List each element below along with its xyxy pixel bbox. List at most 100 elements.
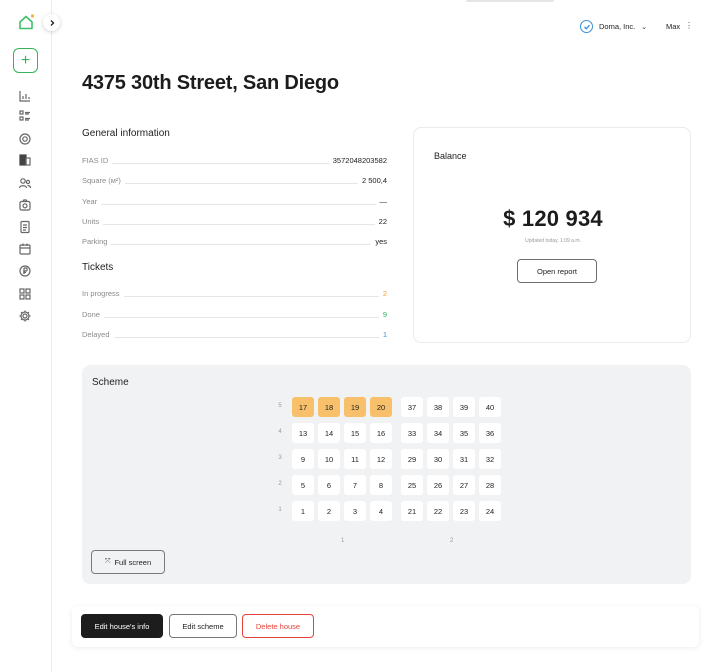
page-title: 4375 30th Street, San Diego bbox=[82, 72, 339, 94]
building-icon[interactable] bbox=[18, 153, 32, 167]
ticket-row-done[interactable]: Done 9 bbox=[82, 307, 387, 319]
action-bar: Edit house's info Edit scheme Delete hou… bbox=[72, 606, 699, 647]
info-value: 3572048203582 bbox=[332, 156, 387, 165]
edit-scheme-button[interactable]: Edit scheme bbox=[169, 614, 237, 638]
info-row-units: Units 22 bbox=[82, 214, 387, 226]
info-value: 2 500,4 bbox=[361, 176, 387, 185]
more-vertical-icon[interactable]: ⋮ bbox=[685, 21, 693, 30]
entrance-label: 2 bbox=[450, 538, 454, 544]
unit-cell[interactable]: 37 bbox=[401, 397, 423, 417]
collapse-sidebar-button[interactable] bbox=[43, 14, 60, 31]
unit-cell[interactable]: 32 bbox=[479, 449, 501, 469]
ticket-label: In progress bbox=[82, 289, 120, 298]
scheme-panel: Scheme ⤧ Full screen 5 4 3 2 1 17 18 19 20 13 14 15… bbox=[82, 365, 691, 584]
unit-cell[interactable]: 39 bbox=[453, 397, 475, 417]
unit-cell[interactable]: 10 bbox=[318, 449, 340, 469]
unit-cell[interactable]: 8 bbox=[370, 475, 392, 495]
currency-icon[interactable] bbox=[18, 264, 32, 278]
unit-cell[interactable]: 31 bbox=[453, 449, 475, 469]
ticket-count: 2 bbox=[382, 289, 387, 298]
unit-cell[interactable]: 30 bbox=[427, 449, 449, 469]
info-row-square: Square (м²) 2 500,4 bbox=[82, 173, 387, 185]
users-icon[interactable] bbox=[18, 176, 32, 190]
chevron-down-icon: ⌄ bbox=[641, 23, 648, 31]
unit-cell[interactable]: 38 bbox=[427, 397, 449, 417]
leader-line bbox=[113, 337, 379, 338]
add-icon: + bbox=[20, 51, 31, 69]
unit-cell[interactable]: 3 bbox=[344, 501, 366, 521]
unit-cell[interactable]: 17 bbox=[292, 397, 314, 417]
info-label: Year bbox=[82, 197, 98, 206]
info-row-parking: Parking yes bbox=[82, 234, 387, 246]
unit-cell[interactable]: 26 bbox=[427, 475, 449, 495]
unit-cell[interactable]: 33 bbox=[401, 423, 423, 443]
unit-cell[interactable]: 23 bbox=[453, 501, 475, 521]
unit-cell[interactable]: 24 bbox=[479, 501, 501, 521]
unit-cell[interactable]: 28 bbox=[479, 475, 501, 495]
info-label: FIAS ID bbox=[82, 156, 109, 165]
house-logo-icon[interactable] bbox=[17, 13, 35, 31]
unit-cell[interactable]: 7 bbox=[344, 475, 366, 495]
calendar-icon[interactable] bbox=[18, 242, 32, 256]
unit-cell[interactable]: 6 bbox=[318, 475, 340, 495]
unit-cell[interactable]: 12 bbox=[370, 449, 392, 469]
unit-cell[interactable]: 25 bbox=[401, 475, 423, 495]
floor-label: 4 bbox=[278, 429, 282, 435]
list-icon[interactable] bbox=[18, 109, 32, 123]
info-label: Square (м²) bbox=[82, 176, 121, 185]
organization-name: Doma, Inc. bbox=[599, 22, 636, 31]
unit-cell[interactable]: 15 bbox=[344, 423, 366, 443]
leader-line bbox=[112, 163, 329, 164]
delete-house-button[interactable]: Delete house bbox=[242, 614, 314, 638]
unit-cell[interactable]: 19 bbox=[344, 397, 366, 417]
unit-cell[interactable]: 16 bbox=[370, 423, 392, 443]
verified-check-icon bbox=[580, 20, 593, 33]
unit-cell[interactable]: 34 bbox=[427, 423, 449, 443]
floor-label: 3 bbox=[278, 455, 282, 461]
unit-cell[interactable]: 4 bbox=[370, 501, 392, 521]
leader-line bbox=[111, 244, 372, 245]
ticket-label: Delayed bbox=[82, 330, 110, 339]
chart-icon[interactable] bbox=[18, 89, 32, 103]
document-icon[interactable] bbox=[18, 220, 32, 234]
unit-cell[interactable]: 14 bbox=[318, 423, 340, 443]
full-screen-button[interactable]: ⤧ Full screen bbox=[91, 550, 165, 574]
info-label: Parking bbox=[82, 237, 108, 246]
user-name[interactable]: Max bbox=[666, 22, 680, 31]
unit-cell[interactable]: 40 bbox=[479, 397, 501, 417]
unit-cell[interactable]: 36 bbox=[479, 423, 501, 443]
unit-cell[interactable]: 13 bbox=[292, 423, 314, 443]
full-screen-label: Full screen bbox=[114, 557, 152, 567]
camera-icon[interactable] bbox=[18, 198, 32, 212]
ticket-label: Done bbox=[82, 310, 100, 319]
unit-cell[interactable]: 9 bbox=[292, 449, 314, 469]
open-report-button[interactable]: Open report bbox=[517, 259, 597, 283]
leader-line bbox=[103, 224, 375, 225]
ticket-row-delayed[interactable]: Delayed 1 bbox=[82, 327, 387, 339]
general-info-title: General information bbox=[82, 128, 170, 139]
target-icon[interactable] bbox=[18, 132, 32, 146]
balance-amount: $ 120 934 bbox=[503, 206, 603, 231]
info-value: yes bbox=[375, 237, 387, 246]
info-value: 22 bbox=[378, 217, 387, 226]
unit-cell[interactable]: 1 bbox=[292, 501, 314, 521]
unit-cell[interactable]: 20 bbox=[370, 397, 392, 417]
unit-cell[interactable]: 5 bbox=[292, 475, 314, 495]
add-button[interactable]: + bbox=[13, 48, 38, 73]
unit-cell[interactable]: 35 bbox=[453, 423, 475, 443]
unit-cell[interactable]: 27 bbox=[453, 475, 475, 495]
unit-cell[interactable]: 18 bbox=[318, 397, 340, 417]
grid-icon[interactable] bbox=[18, 287, 32, 301]
edit-house-info-button[interactable]: Edit house's info bbox=[81, 614, 163, 638]
unit-cell[interactable]: 21 bbox=[401, 501, 423, 521]
ticket-row-in-progress[interactable]: In progress 2 bbox=[82, 286, 387, 298]
unit-cell[interactable]: 2 bbox=[318, 501, 340, 521]
unit-cell[interactable]: 22 bbox=[427, 501, 449, 521]
info-row-year: Year — bbox=[82, 194, 387, 206]
gear-icon[interactable] bbox=[18, 309, 32, 323]
unit-cell[interactable]: 29 bbox=[401, 449, 423, 469]
leader-line bbox=[103, 317, 379, 318]
unit-cell[interactable]: 11 bbox=[344, 449, 366, 469]
sidebar: + bbox=[0, 0, 52, 672]
organization-switcher[interactable]: Doma, Inc. ⌄ bbox=[580, 20, 647, 33]
